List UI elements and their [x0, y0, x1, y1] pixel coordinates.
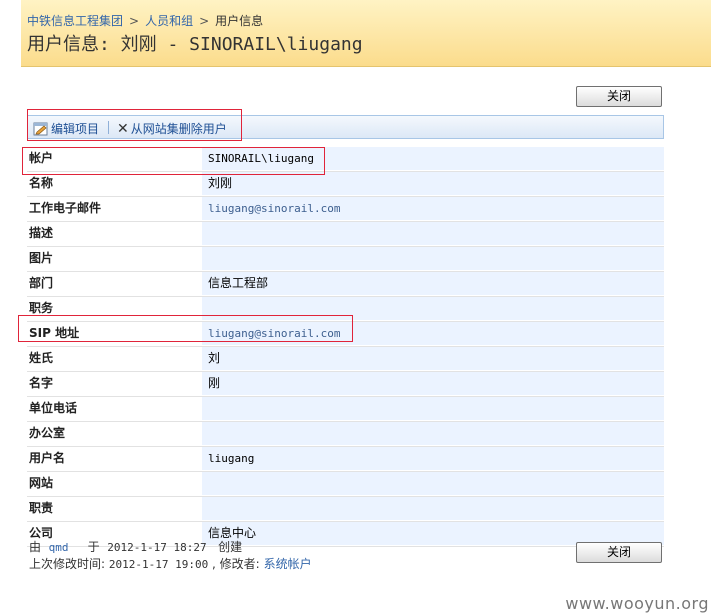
modified-by-link[interactable]: 系统帐户: [264, 557, 312, 571]
edit-item-label: 编辑项目: [51, 122, 100, 136]
toolbar: 编辑项目 ✕ 从网站集删除用户: [27, 115, 664, 139]
table-row-website: 网站: [27, 472, 664, 497]
breadcrumb-site-link[interactable]: 中铁信息工程集团: [27, 14, 123, 28]
field-label: 单位电话: [29, 401, 78, 415]
field-value-account: SINORAIL\liugang: [202, 147, 664, 170]
watermark: www.wooyun.org: [565, 594, 709, 613]
table-row-responsibilities: 职责: [27, 497, 664, 522]
close-button-bottom[interactable]: 关闭: [576, 542, 662, 563]
created-by-link[interactable]: qmd: [49, 541, 69, 554]
table-row-description: 描述: [27, 222, 664, 247]
breadcrumb: 中铁信息工程集团 > 人员和组 > 用户信息: [27, 12, 263, 29]
table-row-sip-address: SIP 地址 liugang@sinorail.com: [27, 322, 664, 347]
field-label: 职务: [29, 301, 54, 315]
breadcrumb-current: 用户信息: [215, 14, 264, 28]
table-row-account: 帐户 SINORAIL\liugang: [27, 147, 664, 172]
field-value-office: [202, 422, 664, 445]
field-value-first-name: 刚: [202, 372, 664, 395]
field-value-department: 信息工程部: [202, 272, 664, 295]
field-label: 工作电子邮件: [29, 201, 102, 215]
field-label: 名称: [29, 176, 54, 190]
edit-item-button[interactable]: 编辑项目: [33, 120, 99, 137]
created-prefix: 由: [29, 540, 42, 554]
table-row-first-name: 名字 刚: [27, 372, 664, 397]
remove-user-button[interactable]: ✕ 从网站集删除用户: [117, 120, 227, 137]
page-title: 用户信息: 刘刚 - SINORAIL\liugang: [27, 34, 363, 55]
field-label: 图片: [29, 251, 54, 265]
table-row-username: 用户名 liugang: [27, 447, 664, 472]
field-value-responsibilities: [202, 497, 664, 520]
field-label: 办公室: [29, 426, 66, 440]
field-label: 部门: [29, 276, 54, 290]
created-info: 由 qmd 于 2012-1-17 18:27 创建: [29, 539, 312, 556]
work-email-link[interactable]: liugang@sinorail.com: [202, 197, 664, 220]
breadcrumb-separator: >: [129, 14, 140, 28]
field-value-description: [202, 222, 664, 245]
modified-prefix: 上次修改时间:: [29, 557, 106, 571]
table-row-work-phone: 单位电话: [27, 397, 664, 422]
field-value-name: 刘刚: [202, 172, 664, 195]
table-row-last-name: 姓氏 刘: [27, 347, 664, 372]
field-value-website: [202, 472, 664, 495]
sip-address-link[interactable]: liugang@sinorail.com: [202, 322, 664, 345]
field-label: 用户名: [29, 451, 66, 465]
field-label: 描述: [29, 226, 54, 240]
toolbar-divider: [108, 121, 109, 134]
field-label: SIP 地址: [29, 326, 80, 340]
table-row-job-title: 职务: [27, 297, 664, 322]
field-value-work-phone: [202, 397, 664, 420]
modified-by-prefix: , 修改者:: [212, 557, 260, 571]
field-value-last-name: 刘: [202, 347, 664, 370]
field-label: 职责: [29, 501, 54, 515]
breadcrumb-separator: >: [199, 14, 210, 28]
user-info-table: 帐户 SINORAIL\liugang 名称 刘刚 工作电子邮件 liugang@si…: [27, 147, 664, 547]
delete-icon: ✕: [117, 120, 129, 137]
close-button-top[interactable]: 关闭: [576, 86, 662, 107]
modified-at: 2012-1-17 19:00: [108, 558, 209, 571]
table-row-picture: 图片: [27, 247, 664, 272]
field-label: 网站: [29, 476, 54, 490]
page-header: 中铁信息工程集团 > 人员和组 > 用户信息 用户信息: 刘刚 - SINORAIL\l…: [21, 0, 711, 67]
created-at: 2012-1-17 18:27: [107, 541, 207, 554]
field-value-job-title: [202, 297, 664, 320]
field-value-picture: [202, 247, 664, 270]
field-label: 姓氏: [29, 351, 54, 365]
table-row-name: 名称 刘刚: [27, 172, 664, 197]
item-footer: 由 qmd 于 2012-1-17 18:27 创建 上次修改时间: 2012-…: [29, 539, 312, 573]
table-row-office: 办公室: [27, 422, 664, 447]
created-suffix: 创建: [218, 540, 243, 554]
table-row-department: 部门 信息工程部: [27, 272, 664, 297]
remove-user-label: 从网站集删除用户: [130, 122, 227, 136]
modified-info: 上次修改时间: 2012-1-17 19:00 , 修改者: 系统帐户: [29, 556, 312, 573]
breadcrumb-people-link[interactable]: 人员和组: [145, 14, 193, 28]
field-value-username: liugang: [202, 447, 664, 470]
left-gutter: [0, 0, 20, 616]
field-label: 帐户: [29, 151, 54, 165]
table-row-work-email: 工作电子邮件 liugang@sinorail.com: [27, 197, 664, 222]
created-at-prefix: 于: [87, 540, 100, 554]
edit-icon: [33, 122, 48, 135]
field-label: 名字: [29, 376, 54, 390]
